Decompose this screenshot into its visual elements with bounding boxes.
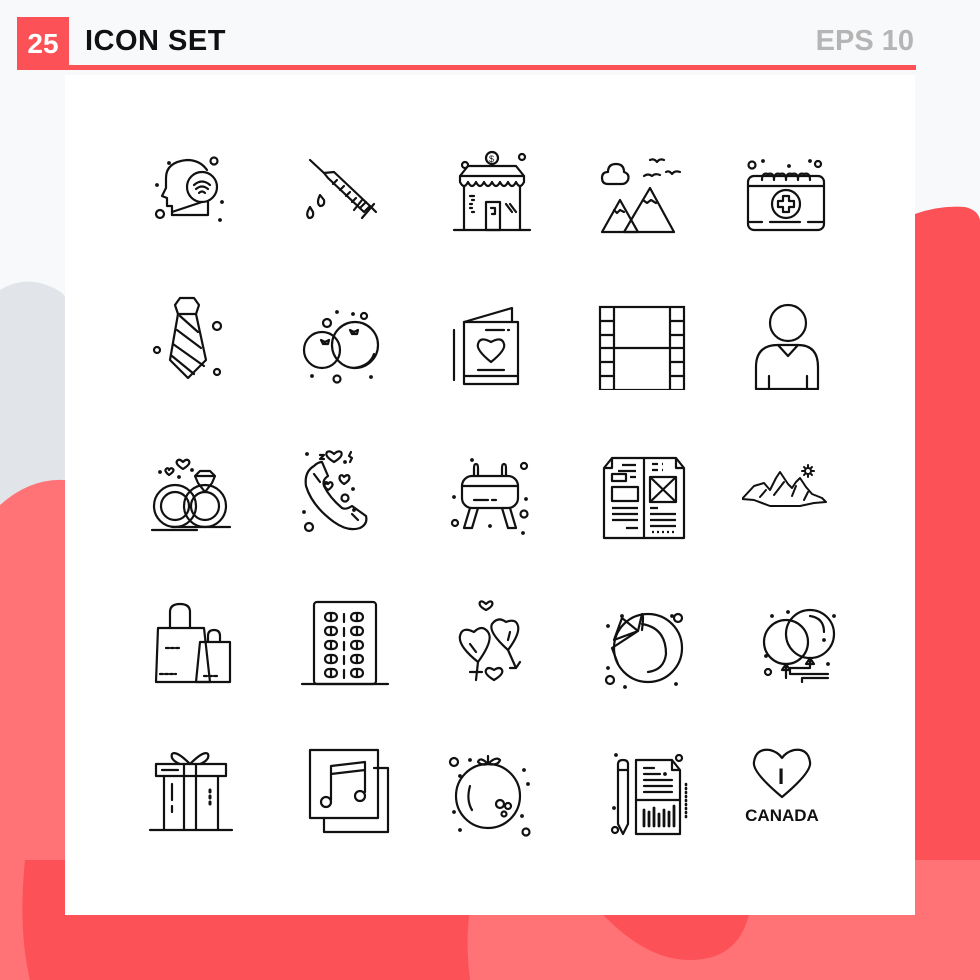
header: 25 ICON SET EPS 10 — [17, 17, 916, 70]
vaulting-horse-icon[interactable] — [442, 440, 542, 540]
medical-calendar-icon[interactable] — [742, 140, 842, 240]
icon-grid: $ I CANADA — [65, 75, 915, 915]
orange-fruit-icon[interactable] — [442, 740, 542, 840]
canada-label: CANADA — [745, 806, 819, 825]
film-strip-icon[interactable] — [592, 290, 692, 392]
shopping-bags-icon[interactable] — [142, 590, 242, 690]
rings-icon[interactable] — [142, 440, 242, 540]
gender-hearts-icon[interactable] — [442, 590, 542, 690]
pie-chart-icon[interactable] — [592, 590, 692, 690]
mountain-sun-icon[interactable] — [741, 440, 842, 540]
user-icon[interactable] — [742, 290, 842, 391]
header-divider — [17, 65, 916, 70]
newspaper-icon[interactable] — [592, 440, 692, 540]
shop-icon[interactable]: $ — [442, 140, 542, 240]
love-card-icon[interactable] — [442, 290, 542, 390]
syringe-icon[interactable] — [292, 140, 392, 240]
head-wifi-icon[interactable] — [142, 140, 242, 240]
gift-icon[interactable] — [142, 740, 242, 840]
i-love-canada-icon[interactable]: I CANADA — [742, 740, 842, 840]
necktie-icon[interactable] — [142, 290, 242, 390]
page-title: ICON SET — [85, 25, 226, 57]
count-badge: 25 — [17, 17, 69, 70]
love-call-icon[interactable] — [292, 440, 392, 540]
mountains-birds-icon[interactable] — [592, 140, 692, 240]
svg-text:$: $ — [489, 154, 494, 164]
format-label: EPS 10 — [815, 25, 914, 57]
i-letter: I — [778, 764, 784, 789]
report-icon[interactable] — [592, 740, 692, 840]
balloons-icon[interactable] — [742, 590, 842, 690]
fruits-icon[interactable] — [292, 290, 392, 390]
pills-blister-icon[interactable] — [292, 590, 392, 690]
music-album-icon[interactable] — [292, 740, 392, 840]
